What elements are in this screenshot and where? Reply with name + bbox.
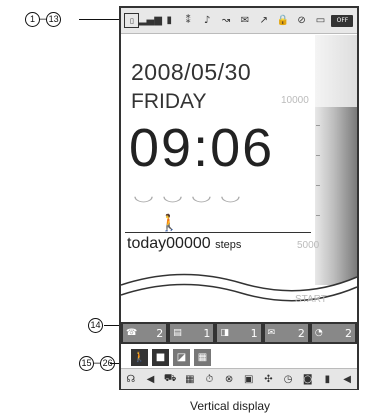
divider-line: [125, 232, 311, 233]
step-unit: steps: [215, 239, 242, 251]
message-icon: ▤: [173, 328, 182, 338]
tray-item[interactable]: ▤ 1: [170, 324, 214, 342]
clock-time: 09:06: [129, 118, 275, 178]
tray-item[interactable]: ◔ 2: [311, 324, 356, 342]
schedule-icon: ◔: [314, 328, 323, 338]
recorder-icon: ▮: [324, 373, 331, 385]
walker-icon: 🚶: [159, 213, 179, 232]
clock-icon: ◷: [283, 373, 293, 385]
mute-icon: ◀: [343, 373, 351, 385]
dial-icon: ✣: [264, 373, 273, 385]
scale-top-label: 10000: [281, 95, 309, 106]
no-infrared-icon: ⊘: [297, 15, 306, 26]
clock-reflection: ◠◠◠◠: [133, 189, 249, 206]
scale-start-label: START: [295, 294, 327, 305]
callout-tray: 14: [88, 318, 103, 333]
scale-tick: [316, 125, 320, 126]
tray-count: 1: [250, 326, 258, 340]
callout-status-range: 1–13: [25, 12, 62, 27]
scale-tick: [316, 185, 320, 186]
offline-icon: OFF: [331, 14, 354, 27]
car-icon: ⛟: [163, 372, 177, 384]
tray-count: 2: [345, 326, 353, 340]
scale-tick: [316, 215, 320, 216]
tray-item[interactable]: ☎ 2: [123, 324, 167, 342]
phone-screen: ▯ ▂▄▆ ▮ ⁑ ♪ ↝ ✉ ↗ 🔒 ⊘ ▭ OFF 10000 2008/0…: [119, 6, 359, 390]
today-label: today: [127, 235, 167, 252]
ssl-icon: 🔒: [276, 15, 289, 26]
missed-call-icon: ☎: [126, 328, 138, 338]
call-forward-icon: ↗: [259, 15, 268, 26]
standby-screen: 10000 2008/05/30 FRIDAY 09:06 ◠◠◠◠ 🚶 tod…: [121, 35, 357, 285]
step-meter-top: [315, 35, 357, 107]
reminder-icon[interactable]: ◪: [173, 348, 190, 366]
mail-icon: ✉: [240, 15, 250, 26]
headset-icon: ☊: [126, 373, 136, 385]
bottom-status-bar: ☊ ◀ ⛟ ▦ ⏱ ⊗ ▣ ✣ ◷ ◙ ▮ ◀: [121, 368, 357, 389]
tone-icon: ♪: [203, 15, 211, 26]
notification-tray: ☎ 2 ▤ 1 ◨ 1 ✉ 2 ◔ 2: [121, 322, 357, 344]
signal-icon: ▂▄▆: [138, 15, 162, 26]
scale-mid-label: 5000: [297, 240, 320, 251]
no-vibe-icon: ⊗: [224, 373, 234, 385]
speaker-icon: ◀: [146, 373, 155, 385]
tray-count: 2: [297, 326, 305, 340]
antenna-icon: ⁑: [185, 15, 191, 26]
leader-status: [79, 19, 119, 20]
step-count: today00000 steps: [127, 235, 241, 253]
leader-tray: [104, 325, 119, 326]
pc-icon: ▭: [315, 15, 326, 26]
step-count-value: 00000: [166, 235, 211, 252]
scale-tick: [316, 155, 320, 156]
voice-icon: ◨: [220, 328, 229, 338]
clock-date: 2008/05/30: [131, 59, 252, 85]
tray-item[interactable]: ◨ 1: [217, 324, 261, 342]
tray-count: 1: [203, 326, 211, 340]
memo-icon[interactable]: ■: [152, 348, 169, 366]
tray-item[interactable]: ✉ 2: [264, 324, 308, 342]
figure-caption: Vertical display: [190, 399, 271, 413]
document-icon[interactable]: ▦: [194, 348, 211, 366]
tv-icon: ▣: [244, 373, 254, 385]
tray-sub-icons: 🚶 ■ ◪ ▦: [121, 346, 367, 368]
sd-icon: ◙: [302, 373, 313, 385]
walker-icon[interactable]: 🚶: [131, 348, 148, 366]
leader-bottom: [110, 363, 119, 364]
calendar-icon: ▦: [185, 373, 195, 385]
status-bar: ▯ ▂▄▆ ▮ ⁑ ♪ ↝ ✉ ↗ 🔒 ⊘ ▭ OFF: [121, 8, 357, 34]
pedometer-icon: ↝: [221, 15, 231, 26]
tray-count: 2: [156, 326, 164, 340]
mail-icon: ✉: [267, 328, 276, 338]
clock-weekday: FRIDAY: [131, 90, 207, 113]
battery-icon: ▮: [166, 15, 173, 26]
sd-card-icon: ▯: [124, 13, 140, 28]
stopwatch-icon: ⏱: [205, 373, 214, 385]
